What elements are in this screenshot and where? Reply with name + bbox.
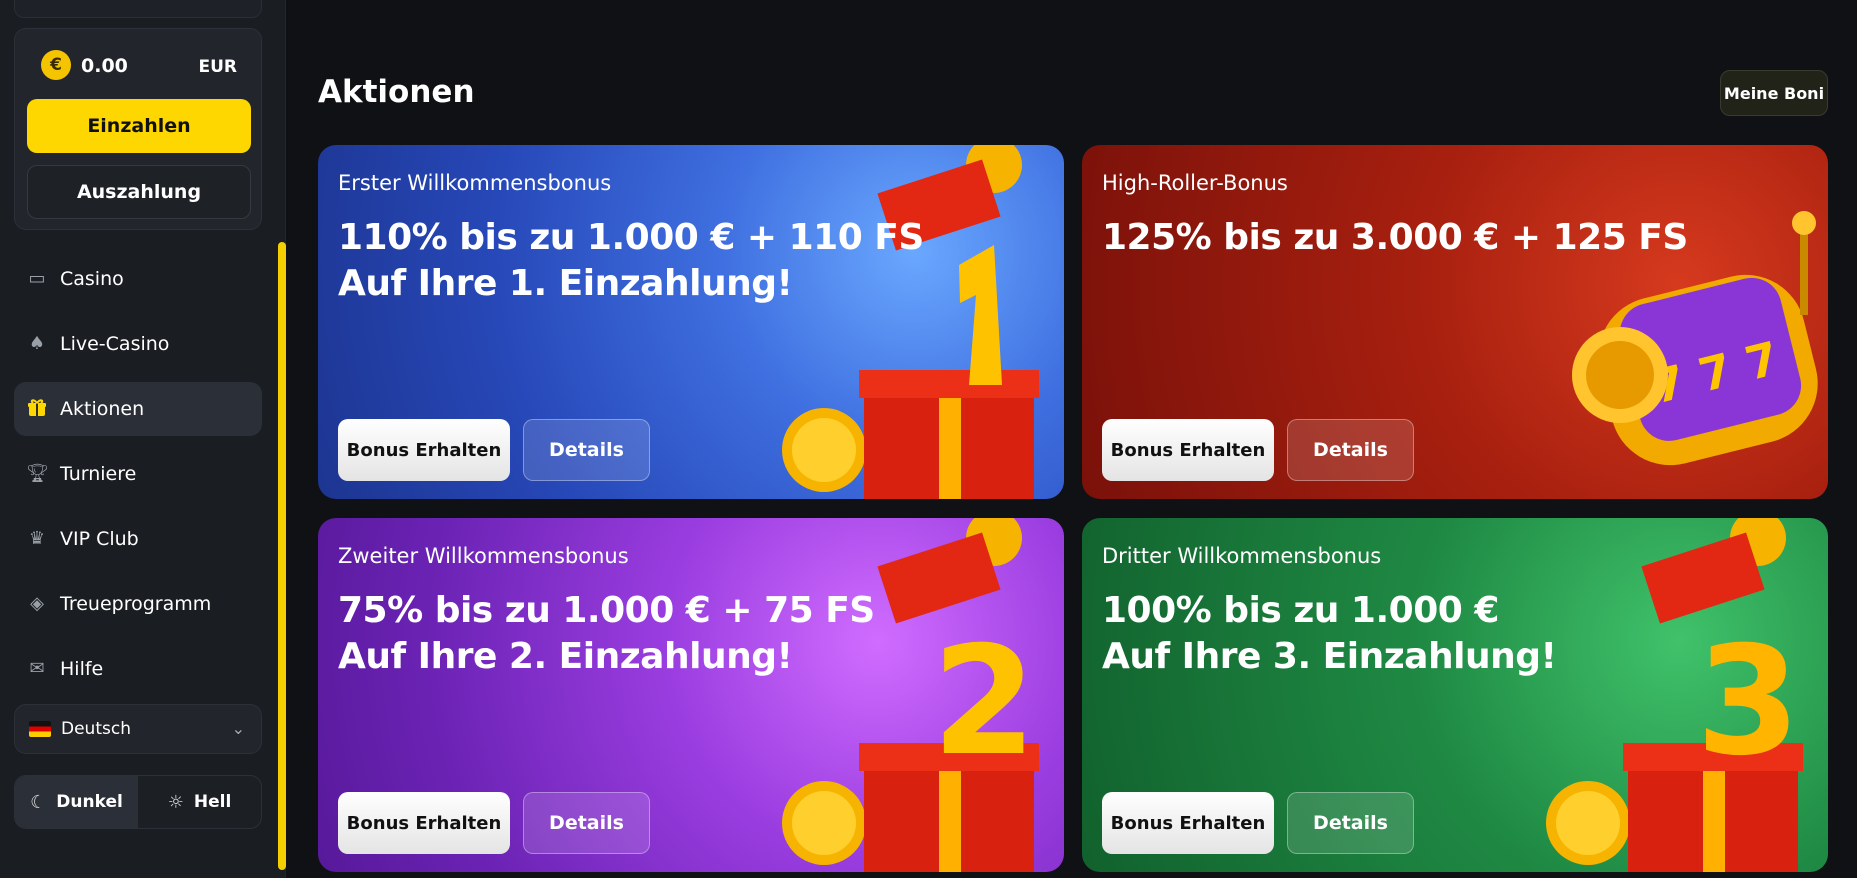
promo-card: 2 Zweiter Willkommensbonus 75% bis zu 1.…: [318, 518, 1064, 872]
wallet-currency: EUR: [198, 57, 237, 77]
sun-icon: ☼: [167, 791, 184, 813]
promo-card-title-line: Auf Ihre 3. Einzahlung!: [1102, 636, 1557, 677]
promo-card-title: 100% bis zu 1.000 € Auf Ihre 3. Einzahlu…: [1102, 588, 1622, 680]
promo-card-title: 110% bis zu 1.000 € + 110 FS Auf Ihre 1.…: [338, 215, 924, 307]
sidebar-item-label: Live-Casino: [60, 333, 170, 355]
theme-dark-button[interactable]: ☾ Dunkel: [15, 776, 138, 828]
spade-icon: ♠: [28, 333, 46, 354]
gift-box-illustration: 2: [782, 518, 1039, 872]
sidebar: € 0.00 EUR Einzahlen Auszahlung ▭ Casino…: [0, 0, 286, 878]
sidebar-item-loyalty[interactable]: ◈ Treueprogramm: [14, 577, 262, 631]
claim-bonus-button[interactable]: Bonus Erhalten: [1102, 419, 1274, 481]
sidebar-item-promotions[interactable]: Aktionen: [14, 382, 262, 436]
sidebar-item-label: Casino: [60, 268, 124, 290]
badge-icon: ◈: [30, 593, 44, 614]
promo-card-title-line: 100% bis zu 1.000 €: [1102, 590, 1499, 631]
sidebar-item-label: Turniere: [60, 463, 137, 485]
sidebar-item-tournaments[interactable]: 🏆︎ Turniere: [14, 447, 262, 501]
wallet-panel: € 0.00 EUR Einzahlen Auszahlung: [14, 28, 262, 230]
gift-icon: [26, 398, 48, 420]
german-flag-icon: [29, 721, 51, 737]
language-label: Deutsch: [61, 719, 131, 739]
sidebar-item-vip-club[interactable]: ♛ VIP Club: [14, 512, 262, 566]
gift-box-illustration: [782, 145, 1039, 499]
sidebar-item-help[interactable]: ✉ Hilfe: [14, 642, 262, 696]
details-button[interactable]: Details: [523, 792, 650, 854]
sidebar-item-label: Hilfe: [60, 658, 104, 680]
my-bonuses-button[interactable]: Meine Boni: [1720, 70, 1828, 116]
svg-text:2: 2: [932, 615, 1036, 789]
language-select[interactable]: Deutsch ⌄: [14, 704, 262, 754]
deposit-button[interactable]: Einzahlen: [27, 99, 251, 153]
svg-text:3: 3: [1696, 615, 1800, 789]
wallet-balance: 0.00: [81, 55, 128, 77]
page-title: Aktionen: [318, 74, 475, 110]
sidebar-nav: ▭ Casino ♠ Live-Casino Aktionen 🏆︎ Turni…: [14, 252, 262, 707]
promo-card-title-line: 125% bis zu 3.000 € + 125 FS: [1102, 217, 1688, 258]
theme-toggle: ☾ Dunkel ☼ Hell: [14, 775, 262, 829]
sidebar-item-label: Treueprogramm: [60, 593, 212, 615]
promo-card-title-line: 110% bis zu 1.000 € + 110 FS: [338, 217, 924, 258]
promo-card-subtitle: Erster Willkommensbonus: [338, 171, 612, 195]
promo-card-title: 125% bis zu 3.000 € + 125 FS: [1102, 215, 1688, 261]
trophy-icon: 🏆︎: [26, 463, 49, 484]
withdraw-button[interactable]: Auszahlung: [27, 165, 251, 219]
promo-card: Erster Willkommensbonus 110% bis zu 1.00…: [318, 145, 1064, 499]
claim-bonus-button[interactable]: Bonus Erhalten: [1102, 792, 1274, 854]
chevron-down-icon: ⌄: [231, 719, 245, 738]
promo-card-subtitle: Dritter Willkommensbonus: [1102, 544, 1382, 568]
claim-bonus-button[interactable]: Bonus Erhalten: [338, 792, 510, 854]
details-button[interactable]: Details: [523, 419, 650, 481]
details-button[interactable]: Details: [1287, 419, 1414, 481]
slot-machine-illustration: 7 7 7: [1572, 211, 1818, 466]
promo-card-subtitle: Zweiter Willkommensbonus: [338, 544, 629, 568]
sidebar-item-label: VIP Club: [60, 528, 139, 550]
euro-coin-icon: €: [41, 50, 71, 80]
sidebar-item-casino[interactable]: ▭ Casino: [14, 252, 262, 306]
promo-card-title: 75% bis zu 1.000 € + 75 FS Auf Ihre 2. E…: [338, 588, 875, 680]
promo-card: 3 Dritter Willkommensbonus 100% bis zu 1…: [1082, 518, 1828, 872]
details-button[interactable]: Details: [1287, 792, 1414, 854]
promo-card-title-line: Auf Ihre 1. Einzahlung!: [338, 263, 793, 304]
crown-icon: ♛: [28, 528, 46, 549]
theme-dark-label: Dunkel: [56, 792, 123, 812]
promo-card: 7 7 7 High-Roller-Bonus 125% bis zu 3.00…: [1082, 145, 1828, 499]
sidebar-item-label: Aktionen: [60, 398, 145, 420]
theme-light-label: Hell: [193, 792, 232, 812]
slot-machine-icon: ▭: [28, 268, 46, 289]
promo-card-title-line: Auf Ihre 2. Einzahlung!: [338, 636, 793, 677]
promo-card-title-line: 75% bis zu 1.000 € + 75 FS: [338, 590, 875, 631]
theme-light-button[interactable]: ☼ Hell: [138, 776, 261, 828]
sidebar-item-live-casino[interactable]: ♠ Live-Casino: [14, 317, 262, 371]
sidebar-top-element[interactable]: [14, 0, 262, 18]
moon-icon: ☾: [30, 791, 47, 813]
gift-box-illustration: 3: [1546, 518, 1803, 872]
sidebar-scrollbar[interactable]: [278, 242, 286, 870]
promo-card-subtitle: High-Roller-Bonus: [1102, 171, 1288, 195]
mail-icon: ✉: [29, 658, 45, 679]
claim-bonus-button[interactable]: Bonus Erhalten: [338, 419, 510, 481]
